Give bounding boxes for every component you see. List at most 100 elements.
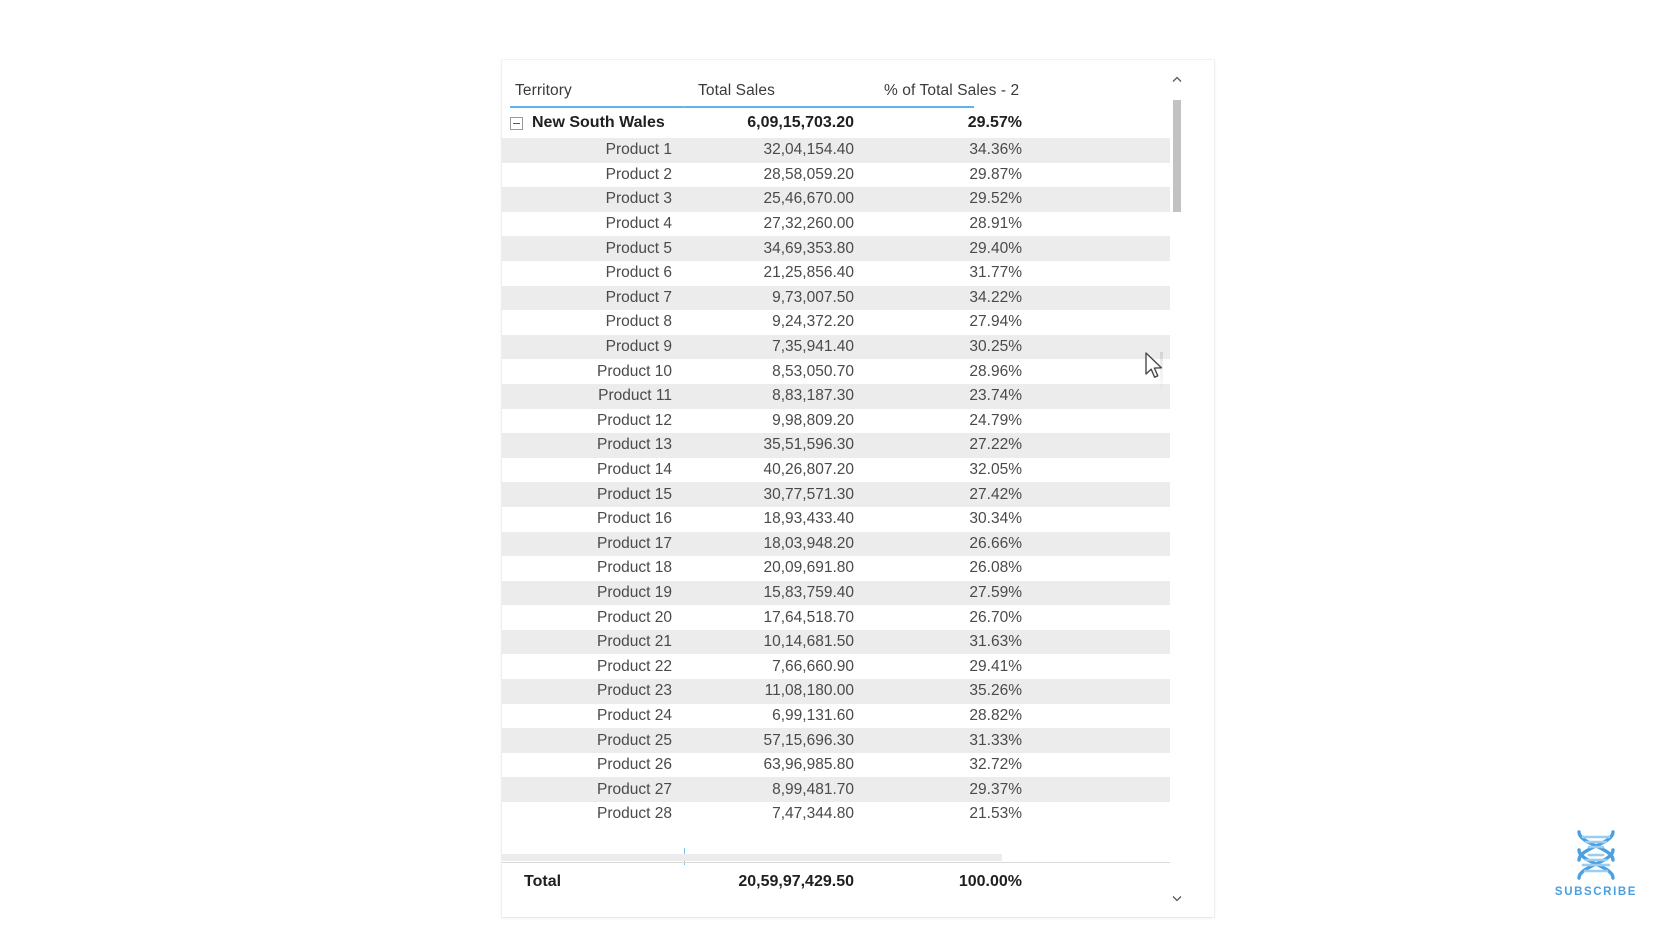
- row-product-name: Product 22: [597, 657, 672, 675]
- row-product-name: Product 24: [597, 706, 672, 724]
- matrix-visual[interactable]: Territory Total Sales % of Total Sales -…: [502, 60, 1214, 917]
- table-row[interactable]: Product 8 9,24,372.20 27.94%: [502, 310, 1174, 335]
- minus-box-icon[interactable]: [510, 116, 523, 130]
- row-pct-total-sales: 30.25%: [969, 338, 1022, 356]
- matrix-body: Territory Total Sales % of Total Sales -…: [502, 60, 1174, 917]
- row-pct-total-sales: 29.87%: [969, 165, 1022, 183]
- table-row[interactable]: Product 19 15,83,759.40 27.59%: [502, 580, 1174, 606]
- row-product-name: Product 3: [605, 190, 672, 208]
- table-row[interactable]: Product 2 28,58,059.20 29.87%: [502, 162, 1174, 188]
- table-row[interactable]: Product 20 17,64,518.70 26.70%: [502, 605, 1174, 630]
- table-row[interactable]: Product 26 63,96,985.80 32.72%: [502, 752, 1174, 778]
- table-row[interactable]: Product 18 20,09,691.80 26.08%: [502, 556, 1174, 581]
- row-product-name: Product 7: [605, 288, 672, 306]
- row-product-name: Product 20: [597, 608, 672, 626]
- row-total-sales: 25,46,670.00: [763, 190, 854, 208]
- chevron-down-icon[interactable]: [1170, 891, 1184, 905]
- row-pct-total-sales: 26.08%: [969, 559, 1022, 577]
- row-pct-total-sales: 29.40%: [969, 239, 1022, 257]
- table-rows-container[interactable]: New South Wales 6,09,15,703.20 29.57% Pr…: [502, 108, 1174, 848]
- row-product-name: Product 11: [598, 387, 672, 405]
- row-total-sales: 30,77,571.30: [763, 485, 854, 503]
- row-total-sales: 20,09,691.80: [763, 559, 854, 577]
- row-product-name: Product 15: [597, 485, 672, 503]
- row-pct-total-sales: 28.91%: [969, 215, 1022, 233]
- table-row[interactable]: Product 15 30,77,571.30 27.42%: [502, 482, 1174, 507]
- row-total-sales: 11,08,180.00: [764, 682, 854, 700]
- column-header-territory[interactable]: Territory: [502, 82, 698, 100]
- row-total-sales: 28,58,059.20: [763, 165, 854, 183]
- row-product-name: Product 2: [605, 165, 672, 183]
- row-product-name: Product 28: [597, 805, 672, 823]
- clipped-row-strip: [502, 854, 1002, 861]
- row-total-sales: 35,51,596.30: [763, 436, 854, 454]
- table-header-row: Territory Total Sales % of Total Sales -…: [502, 60, 1174, 106]
- row-total-sales: 57,15,696.30: [763, 731, 854, 749]
- chevron-up-icon[interactable]: [1170, 72, 1184, 86]
- row-pct-total-sales: 31.63%: [969, 633, 1022, 651]
- row-pct-total-sales: 29.37%: [969, 780, 1022, 798]
- table-row[interactable]: Product 4 27,32,260.00 28.91%: [502, 211, 1174, 237]
- table-row[interactable]: Product 6 21,25,856.40 31.77%: [502, 260, 1174, 286]
- row-total-sales: 6,99,131.60: [772, 706, 854, 724]
- table-row[interactable]: Product 12 9,98,809.20 24.79%: [502, 408, 1174, 434]
- row-pct-total-sales: 27.22%: [969, 436, 1022, 454]
- table-row-group-new-south-wales[interactable]: New South Wales 6,09,15,703.20 29.57%: [502, 108, 1174, 138]
- row-pct-total-sales: 27.94%: [969, 313, 1022, 331]
- table-row[interactable]: Product 3 25,46,670.00 29.52%: [502, 187, 1174, 212]
- table-row[interactable]: Product 5 34,69,353.80 29.40%: [502, 236, 1174, 261]
- table-row-total[interactable]: Total 20,59,97,429.50 100.00%: [502, 865, 1174, 899]
- row-total-sales: 63,96,985.80: [763, 756, 854, 774]
- screen: Territory Total Sales % of Total Sales -…: [0, 0, 1680, 945]
- column-header-total-sales[interactable]: Total Sales: [698, 82, 884, 100]
- row-total-sales: 8,83,187.30: [772, 387, 854, 405]
- row-product-name: Product 21: [597, 633, 672, 651]
- table-row[interactable]: Product 13 35,51,596.30 27.22%: [502, 433, 1174, 458]
- table-row[interactable]: Product 21 10,14,681.50 31.63%: [502, 629, 1174, 655]
- table-row[interactable]: Product 27 8,99,481.70 29.37%: [502, 777, 1174, 803]
- table-row[interactable]: Product 1 32,04,154.40 34.36%: [502, 138, 1174, 163]
- row-pct-total-sales: 26.70%: [969, 608, 1022, 626]
- row-pct-total-sales: 28.82%: [969, 706, 1022, 724]
- row-total-sales: 10,14,681.50: [763, 633, 854, 651]
- table-row[interactable]: Product 11 8,83,187.30 23.74%: [502, 383, 1174, 409]
- table-row[interactable]: Product 24 6,99,131.60 28.82%: [502, 703, 1174, 729]
- row-product-name: Product 1: [605, 141, 672, 159]
- row-product-name: Product 27: [597, 780, 672, 798]
- total-row-pct-total-sales: 100.00%: [958, 873, 1022, 890]
- total-row-label: Total: [524, 873, 562, 890]
- row-pct-total-sales: 28.96%: [969, 362, 1022, 380]
- group-row-label: New South Wales: [532, 114, 665, 131]
- subscribe-watermark[interactable]: SUBSCRIBE: [1548, 826, 1644, 898]
- row-pct-total-sales: 31.77%: [969, 264, 1022, 282]
- row-pct-total-sales: 24.79%: [969, 411, 1022, 429]
- row-total-sales: 17,64,518.70: [763, 608, 854, 626]
- table-row[interactable]: Product 16 18,93,433.40 30.34%: [502, 506, 1174, 532]
- row-total-sales: 15,83,759.40: [763, 583, 854, 601]
- product-rows: Product 1 32,04,154.40 34.36% Product 2 28,5…: [502, 138, 1174, 827]
- table-row[interactable]: Product 23 11,08,180.00 35.26%: [502, 679, 1174, 704]
- table-row[interactable]: Product 7 9,73,007.50 34.22%: [502, 285, 1174, 311]
- table-row[interactable]: Product 14 40,26,807.20 32.05%: [502, 457, 1174, 483]
- scrollbar-thumb[interactable]: [1173, 100, 1181, 212]
- row-total-sales: 9,24,372.20: [772, 313, 854, 331]
- row-total-sales: 34,69,353.80: [763, 239, 854, 257]
- table-row[interactable]: Product 28 7,47,344.80 21.53%: [502, 802, 1174, 827]
- table-row[interactable]: Product 10 8,53,050.70 28.96%: [502, 359, 1174, 384]
- row-pct-total-sales: 29.52%: [969, 190, 1022, 208]
- row-total-sales: 40,26,807.20: [763, 461, 854, 479]
- row-product-name: Product 6: [605, 264, 672, 282]
- column-header-pct-of-total-sales[interactable]: % of Total Sales - 2: [884, 82, 1134, 100]
- row-product-name: Product 5: [605, 239, 672, 257]
- row-total-sales: 27,32,260.00: [763, 215, 854, 233]
- group-row-pct-total-sales: 29.57%: [967, 114, 1022, 131]
- dna-helix-icon: [1577, 830, 1615, 880]
- row-total-sales: 7,66,660.90: [772, 657, 854, 675]
- table-row[interactable]: Product 17 18,03,948.20 26.66%: [502, 531, 1174, 557]
- table-row[interactable]: Product 9 7,35,941.40 30.25%: [502, 334, 1174, 360]
- total-row-total-sales: 20,59,97,429.50: [738, 873, 854, 890]
- table-row[interactable]: Product 22 7,66,660.90 29.41%: [502, 654, 1174, 680]
- vertical-scrollbar[interactable]: [1170, 72, 1184, 905]
- row-total-sales: 9,98,809.20: [772, 411, 854, 429]
- table-row[interactable]: Product 25 57,15,696.30 31.33%: [502, 728, 1174, 753]
